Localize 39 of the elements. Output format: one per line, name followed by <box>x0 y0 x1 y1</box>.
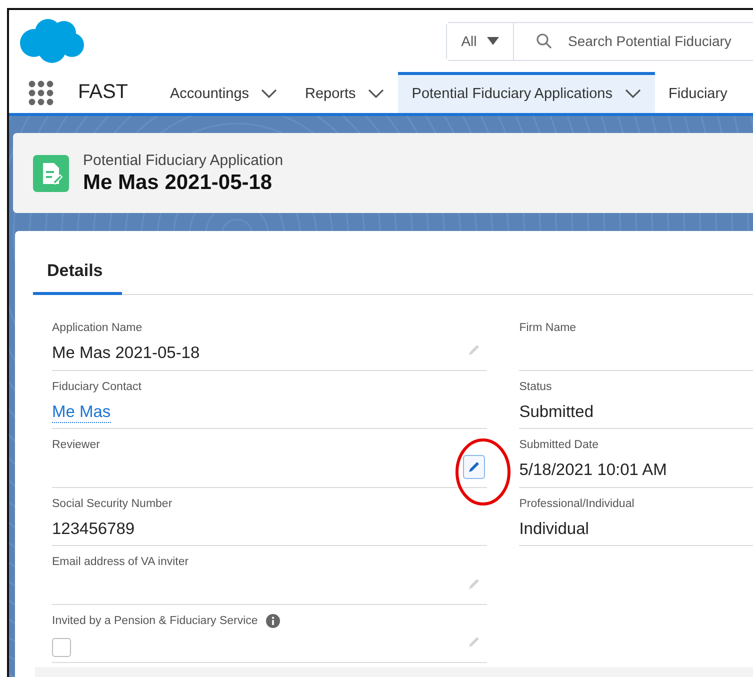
field-value: 5/18/2021 10:01 AM <box>519 461 667 480</box>
pencil-icon <box>467 342 482 356</box>
edit-button[interactable] <box>463 454 486 478</box>
field-label: Reviewer <box>52 439 100 451</box>
scope-dropdown[interactable]: All <box>447 22 514 60</box>
pencil-icon <box>467 635 482 649</box>
field-value: 123456789 <box>52 520 135 538</box>
record-type: Potential Fiduciary Application <box>83 152 284 168</box>
record-title: Me Mas 2021-05-18 <box>83 170 274 194</box>
chevron-icon <box>368 89 384 99</box>
checkbox[interactable] <box>52 638 71 656</box>
pencil-icon <box>467 576 482 590</box>
search-icon <box>536 33 552 49</box>
nav-tab[interactable]: Reports <box>291 72 398 113</box>
field-value: Me Mas 2021-05-18 <box>52 344 200 363</box>
record-icon <box>33 154 69 192</box>
field-label: Professional/Individual <box>519 498 634 510</box>
field-label: Submitted Date <box>519 439 598 451</box>
field-label: Application Name <box>52 322 142 334</box>
chevron-icon <box>261 89 278 99</box>
field-value: Individual <box>519 520 589 538</box>
app-name: FAST <box>78 80 128 105</box>
cloud-logo[interactable] <box>18 17 86 65</box>
field-label: Email address of VA inviter <box>52 556 189 568</box>
nav-tab[interactable]: Potential Fiduciary Applications <box>398 72 654 113</box>
field-label: Social Security Number <box>52 498 172 510</box>
details-tab[interactable]: Details <box>33 257 122 295</box>
field-value: Submitted <box>519 402 594 422</box>
app-launcher-icon[interactable] <box>28 80 54 106</box>
pencil-icon <box>467 460 482 474</box>
caret-icon <box>486 37 499 45</box>
nav-tab[interactable]: Accountings <box>156 72 292 113</box>
chevron-icon <box>624 89 640 99</box>
field-label: Fiduciary Contact <box>52 380 142 392</box>
contact-link[interactable]: Me Mas <box>52 402 111 422</box>
field-label: Status <box>519 380 552 392</box>
field-label: Invited by a Pension & Fiduciary Service <box>52 614 258 626</box>
nav-tab[interactable]: Fiduciary <box>654 72 742 113</box>
field-label: Firm Name <box>519 322 576 334</box>
